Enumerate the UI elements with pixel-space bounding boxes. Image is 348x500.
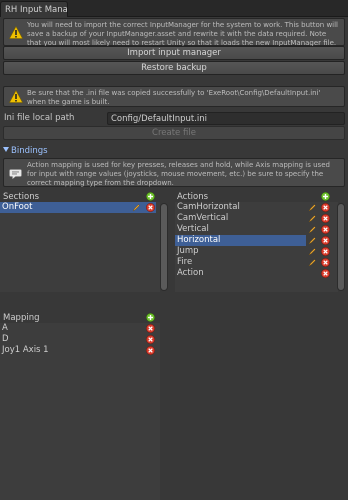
window-tab-title: RH Input Mana <box>5 5 68 15</box>
info-icon <box>9 169 22 180</box>
bindings-foldout-label: Bindings <box>11 146 48 156</box>
warning-icon <box>9 90 23 103</box>
bindings-foldout[interactable]: Bindings <box>3 146 48 156</box>
remove-mapping-icon[interactable] <box>146 346 155 355</box>
add-action-icon[interactable] <box>321 192 330 201</box>
remove-action-icon[interactable] <box>321 247 330 256</box>
remove-action-icon[interactable] <box>321 225 330 234</box>
mapping-item-label: D <box>2 334 9 344</box>
mapping-item[interactable]: A <box>0 323 144 334</box>
edit-action-icon[interactable] <box>308 247 317 256</box>
sections-scrollbar[interactable] <box>160 203 168 291</box>
mapping-item-label: Joy1 Axis 1 <box>2 345 49 355</box>
foldout-arrow-icon <box>3 147 9 152</box>
action-item[interactable]: Fire <box>175 257 309 268</box>
tab-bar: RH Input Mana <box>0 0 348 17</box>
remove-action-icon[interactable] <box>321 203 330 212</box>
edit-action-icon[interactable] <box>308 214 317 223</box>
ini-path-label: Ini file local path <box>4 113 75 123</box>
edit-action-icon[interactable] <box>308 225 317 234</box>
import-help-box: You will need to import the correct Inpu… <box>3 18 345 47</box>
add-mapping-icon[interactable] <box>146 313 155 322</box>
action-item-label: Vertical <box>177 224 209 234</box>
import-help-text: You will need to import the correct Inpu… <box>27 21 339 47</box>
ini-help-text: Be sure that the .ini file was copied su… <box>27 89 321 106</box>
add-section-icon[interactable] <box>146 192 155 201</box>
remove-action-icon[interactable] <box>321 236 330 245</box>
bindings-help-text: Action mapping is used for key presses, … <box>27 161 330 187</box>
edit-action-icon[interactable] <box>308 258 317 267</box>
create-file-button: Create file <box>3 126 345 140</box>
scrollbar-thumb[interactable] <box>161 204 167 290</box>
section-item-label: OnFoot <box>2 202 33 212</box>
action-item-label: Action <box>177 268 204 278</box>
window-tab[interactable]: RH Input Mana <box>0 1 68 17</box>
mapping-item-label: A <box>2 323 8 333</box>
mapping-item[interactable]: D <box>0 334 144 345</box>
actions-scrollbar[interactable] <box>337 203 345 291</box>
edit-action-icon[interactable] <box>308 203 317 212</box>
edit-action-icon[interactable] <box>308 236 317 245</box>
action-item-label: Fire <box>177 257 193 267</box>
action-item[interactable]: CamHorizontal <box>175 202 309 213</box>
restore-backup-button[interactable]: Restore backup <box>3 61 345 75</box>
remove-section-icon[interactable] <box>146 203 155 212</box>
action-item[interactable]: Action <box>175 268 309 279</box>
ini-path-field[interactable]: Config/DefaultInput.ini <box>107 112 345 125</box>
import-input-manager-button[interactable]: Import input manager <box>3 46 345 60</box>
bindings-help-box: Action mapping is used for key presses, … <box>3 158 345 187</box>
mapping-list: A D Joy1 Axis 1 <box>0 323 160 500</box>
ini-help-box: Be sure that the .ini file was copied su… <box>3 86 345 107</box>
action-item[interactable]: Vertical <box>175 224 309 235</box>
action-item-label: Jump <box>177 246 199 256</box>
sections-list: OnFoot <box>0 202 160 292</box>
remove-mapping-icon[interactable] <box>146 324 155 333</box>
remove-action-icon[interactable] <box>321 214 330 223</box>
action-item[interactable]: Horizontal <box>175 235 306 246</box>
edit-section-icon[interactable] <box>132 203 141 212</box>
remove-action-icon[interactable] <box>321 269 330 278</box>
scrollbar-thumb[interactable] <box>338 204 344 290</box>
remove-mapping-icon[interactable] <box>146 335 155 344</box>
action-item-label: CamVertical <box>177 213 229 223</box>
action-item-label: CamHorizontal <box>177 202 240 212</box>
action-item[interactable]: CamVertical <box>175 213 309 224</box>
warning-icon <box>9 26 23 39</box>
action-item-label: Horizontal <box>177 235 221 245</box>
action-item[interactable]: Jump <box>175 246 309 257</box>
mapping-item[interactable]: Joy1 Axis 1 <box>0 345 144 356</box>
remove-action-icon[interactable] <box>321 258 330 267</box>
